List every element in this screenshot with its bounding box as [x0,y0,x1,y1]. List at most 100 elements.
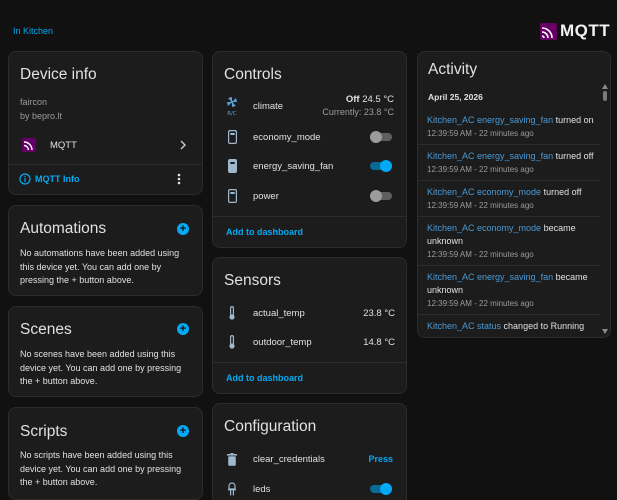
activity-date: April 25, 2026 [428,92,483,102]
device-info-card: Device info faircon by bepro.lt MQTT MQT… [8,51,203,195]
climate-row[interactable]: R/C climate Off 24.5 °C Currently: 23.8 … [213,92,406,120]
activity-time: 12:39:59 AM - 22 minutes ago [427,201,534,210]
scrollbar-thumb[interactable] [603,91,607,101]
activity-separator [418,314,600,315]
activity-separator [418,144,600,145]
energy-saving-fan-toggle[interactable] [370,160,392,172]
activity-entry: Kitchen_AC status changed to Running [427,320,598,333]
mqtt-info-row: MQTT Info [9,171,202,187]
device-icon [225,130,239,144]
sensor-value: 23.8 °C [363,307,395,319]
sensors-add-to-dashboard-button[interactable]: Add to dashboard [226,373,303,383]
scenes-empty-text: No scenes have been added using this dev… [20,349,182,386]
delete-icon [225,452,239,466]
switch-row-power: power [213,188,406,204]
press-button[interactable]: Press [368,454,393,464]
activity-entity-link[interactable]: Kitchen_AC economy_mode [427,223,541,233]
air-conditioner-icon: R/C [227,97,237,116]
mqtt-integration-icon [22,138,36,152]
svg-text:R/C: R/C [227,111,237,116]
device-model: faircon [20,97,48,107]
activity-entry: Kitchen_AC energy_saving_fan became unkn… [427,271,598,310]
led-icon [225,482,239,496]
controls-divider [213,216,406,217]
sensor-name: outdoor_temp [253,336,312,348]
scroll-down-icon[interactable] [602,329,608,334]
activity-entry: Kitchen_AC economy_mode became unknown 1… [427,222,598,261]
device-on-icon [225,159,239,173]
sensor-row-actual-temp[interactable]: actual_temp 23.8 °C [213,305,406,321]
climate-current: Currently: 23.8 °C [322,107,394,117]
scenes-title: Scenes [20,321,72,338]
climate-state: Off 24.5 °C [322,94,394,106]
economy-mode-toggle[interactable] [370,131,392,143]
activity-entity-link[interactable]: Kitchen_AC energy_saving_fan [427,115,553,125]
scripts-empty-text: No scripts have been added using this de… [20,450,182,487]
activity-time: 12:39:59 AM - 22 minutes ago [427,299,534,308]
thermometer-icon [225,335,239,349]
activity-entry: Kitchen_AC energy_saving_fan turned off … [427,150,598,176]
controls-add-to-dashboard-button[interactable]: Add to dashboard [226,227,303,237]
sensors-divider [213,362,406,363]
switch-row-energy-saving-fan: energy_saving_fan [213,158,406,174]
switch-name: energy_saving_fan [253,160,334,172]
device-manufacturer: by bepro.lt [20,111,63,121]
config-row-leds: leds [213,481,406,497]
add-scene-button[interactable]: + [177,323,189,335]
mqtt-brand-logo: MQTT [540,21,611,40]
climate-name: climate [253,100,284,112]
activity-separator [418,180,600,181]
sensor-name: actual_temp [253,307,305,319]
breadcrumb[interactable]: In Kitchen [13,26,53,36]
scenes-card: Scenes + No scenes have been added using… [8,306,203,397]
activity-action: turned on [553,115,594,125]
scripts-card: Scripts + No scripts have been added usi… [8,407,203,500]
activity-action: turned off [553,151,594,161]
config-name: clear_credentials [253,453,325,465]
switch-row-economy-mode: economy_mode [213,129,406,145]
activity-card: Activity April 25, 2026 Kitchen_AC energ… [417,51,611,338]
mqtt-info-button[interactable]: MQTT Info [35,174,177,184]
climate-target: 24.5 °C [362,94,394,105]
climate-mode: Off [345,94,360,105]
activity-entity-link[interactable]: Kitchen_AC status [427,321,501,331]
integration-label: MQTT [50,139,77,151]
more-vert-icon[interactable] [177,173,181,185]
activity-time: 12:39:59 AM - 22 minutes ago [427,165,534,174]
activity-entity-link[interactable]: Kitchen_AC energy_saving_fan [427,151,553,161]
add-automation-button[interactable]: + [177,223,189,235]
activity-time: 12:39:59 AM - 22 minutes ago [427,129,534,138]
scripts-title: Scripts [20,423,68,440]
activity-entity-link[interactable]: Kitchen_AC economy_mode [427,187,541,197]
activity-entry: Kitchen_AC energy_saving_fan turned on 1… [427,114,598,140]
activity-entity-link[interactable]: Kitchen_AC energy_saving_fan [427,272,553,282]
activity-action: changed to Running [501,321,585,331]
device-info-title: Device info [20,66,97,83]
mqtt-logo-icon [540,22,557,40]
leds-toggle[interactable] [370,483,392,495]
activity-entry: Kitchen_AC economy_mode turned off 12:39… [427,186,598,212]
device-info-divider [9,164,202,165]
sensor-value: 14.8 °C [363,336,395,348]
activity-title: Activity [428,61,478,78]
activity-time: 12:39:59 AM - 22 minutes ago [427,250,534,259]
switch-name: power [253,190,279,202]
activity-separator [418,265,600,266]
activity-scrollbar[interactable] [602,84,608,334]
automations-empty-text: No automations have been added using thi… [20,248,180,285]
sensor-row-outdoor-temp[interactable]: outdoor_temp 14.8 °C [213,334,406,350]
power-toggle[interactable] [370,190,392,202]
scroll-up-icon[interactable] [602,84,608,89]
integration-row-mqtt[interactable]: MQTT [9,136,202,154]
automations-title: Automations [20,220,107,237]
automations-card: Automations + No automations have been a… [8,205,203,296]
add-script-button[interactable]: + [177,425,189,437]
configuration-card: Configuration clear_credentials Press le… [212,403,407,500]
thermometer-icon [225,306,239,320]
info-icon [19,173,31,185]
mqtt-brand-text: MQTT [560,21,611,40]
activity-separator [418,216,600,217]
sensors-title: Sensors [224,272,281,289]
sensors-card: Sensors actual_temp 23.8 °C outdoor_temp… [212,257,407,394]
chevron-right-icon [180,140,186,150]
